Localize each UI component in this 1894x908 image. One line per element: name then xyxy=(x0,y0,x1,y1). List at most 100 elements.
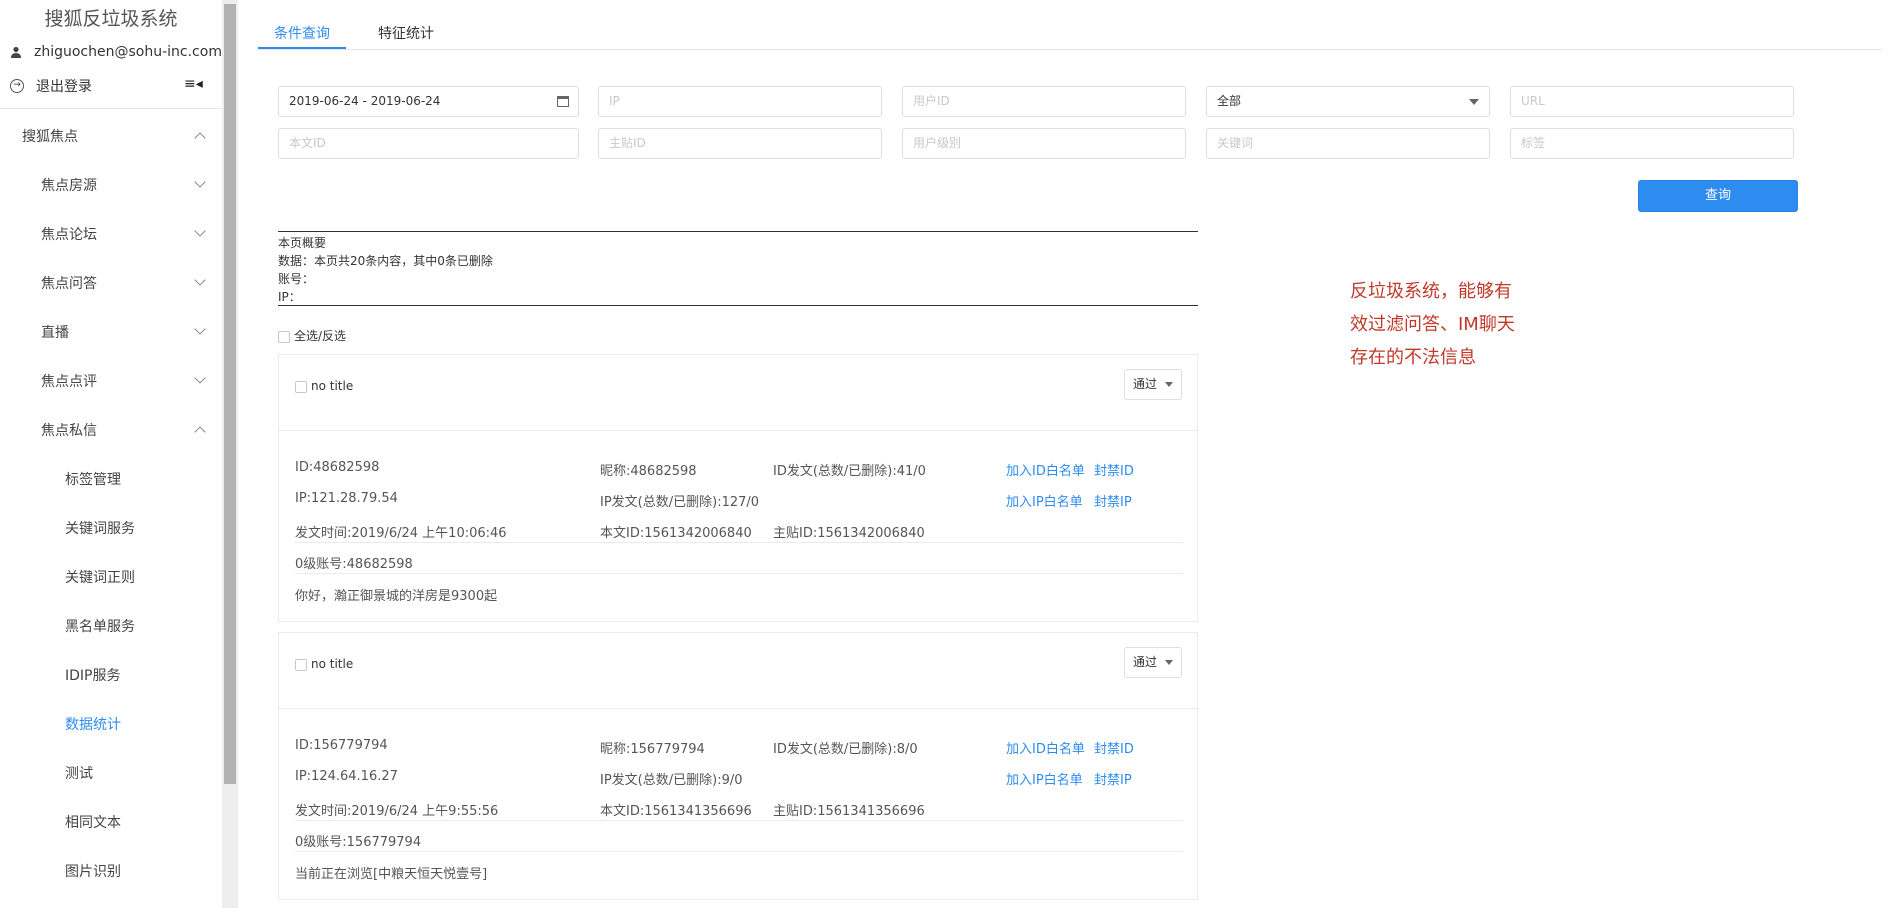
record-status-select[interactable]: 通过 xyxy=(1124,369,1182,400)
select-all-checkbox[interactable]: 全选/反选 xyxy=(278,327,346,344)
user-id-input[interactable]: 用户ID xyxy=(902,86,1186,117)
nav-group-listings[interactable]: 焦点房源 xyxy=(41,175,97,195)
tabs-divider xyxy=(258,49,1882,50)
status-filter-select[interactable]: 全部 xyxy=(1206,86,1490,117)
logout-label: 退出登录 xyxy=(36,79,92,95)
chevron-down-icon xyxy=(194,323,206,335)
sidebar-item-tag-management[interactable]: 标签管理 xyxy=(65,469,121,489)
date-range-picker[interactable]: 2019-06-24 - 2019-06-24 xyxy=(278,86,579,117)
sidebar-item-keyword-service[interactable]: 关键词服务 xyxy=(65,518,135,538)
add-ip-whitelist-link[interactable]: 加入IP白名单 xyxy=(1006,491,1083,510)
record-id-posts: ID发文(总数/已删除):8/0 xyxy=(773,742,918,757)
record-header: no title 通过 xyxy=(279,633,1197,709)
summary-data: 数据：本页共20条内容，其中0条已删除 xyxy=(278,254,493,268)
record-card: no title 通过 ID:156779794 昵称:156779794 ID… xyxy=(278,632,1198,900)
sidebar-item-data-stats[interactable]: 数据统计 xyxy=(65,714,121,734)
record-id: ID:48682598 xyxy=(295,460,380,475)
tab-feature-stats[interactable]: 特征统计 xyxy=(378,23,434,43)
caret-down-icon xyxy=(1469,99,1479,105)
sidebar-item-image-recognition[interactable]: 图片识别 xyxy=(65,861,121,881)
summary-divider-top xyxy=(278,231,1198,232)
chevron-down-icon xyxy=(194,225,206,237)
record-title: no title xyxy=(311,657,354,671)
record-content: 你好，瀚正御景城的洋房是9300起 xyxy=(295,589,498,604)
nav-group-qa[interactable]: 焦点问答 xyxy=(41,273,97,293)
logout-icon: → xyxy=(10,79,24,93)
row-divider xyxy=(295,573,1183,574)
text-id-input[interactable]: 本文ID xyxy=(278,128,579,159)
sidebar-scrollbar-thumb[interactable] xyxy=(224,4,236,784)
user-info: zhiguochen@sohu-inc.com xyxy=(10,44,222,60)
record-status-select[interactable]: 通过 xyxy=(1124,647,1182,678)
ip-input[interactable]: IP xyxy=(598,86,882,117)
record-title: no title xyxy=(311,379,354,393)
record-ip: IP:121.28.79.54 xyxy=(295,491,398,506)
record-main-post-id: 主贴ID:1561341356696 xyxy=(773,804,925,819)
add-ip-whitelist-link[interactable]: 加入IP白名单 xyxy=(1006,769,1083,788)
sidebar-divider xyxy=(0,108,222,109)
record-nickname: 昵称:48682598 xyxy=(600,464,697,479)
annotation-line: 效过滤问答、IM聊天 xyxy=(1350,314,1515,335)
record-main-post-id: 主贴ID:1561342006840 xyxy=(773,526,925,541)
nav-group-forum[interactable]: 焦点论坛 xyxy=(41,224,97,244)
record-text-id: 本文ID:1561342006840 xyxy=(600,526,752,541)
calendar-icon xyxy=(557,96,569,107)
tag-input[interactable]: 标签 xyxy=(1510,128,1794,159)
app-title: 搜狐反垃圾系统 xyxy=(44,8,178,30)
user-icon xyxy=(10,46,22,58)
keyword-input[interactable]: 关键词 xyxy=(1206,128,1490,159)
record-ip: IP:124.64.16.27 xyxy=(295,769,398,784)
chevron-up-icon xyxy=(194,426,206,438)
main-post-id-input[interactable]: 主贴ID xyxy=(598,128,882,159)
record-status-value: 通过 xyxy=(1133,377,1158,391)
sidebar-item-keyword-regex[interactable]: 关键词正则 xyxy=(65,567,135,587)
record-ip-posts: IP发文(总数/已删除):127/0 xyxy=(600,495,760,510)
caret-down-icon xyxy=(1165,382,1173,387)
sidebar: 搜狐反垃圾系统 zhiguochen@sohu-inc.com → 退出登录 ≡… xyxy=(0,0,222,908)
sidebar-item-test[interactable]: 测试 xyxy=(65,763,93,783)
tab-condition-query[interactable]: 条件查询 xyxy=(274,23,330,43)
record-select-checkbox[interactable]: no title xyxy=(295,379,353,393)
record-ip-posts: IP发文(总数/已删除):9/0 xyxy=(600,773,743,788)
record-header: no title 通过 xyxy=(279,355,1197,431)
nav-group-private-msg[interactable]: 焦点私信 xyxy=(41,420,97,440)
record-select-checkbox[interactable]: no title xyxy=(295,657,353,671)
chevron-down-icon xyxy=(194,274,206,286)
select-all-label: 全选/反选 xyxy=(294,329,347,343)
url-input[interactable]: URL xyxy=(1510,86,1794,117)
record-status-value: 通过 xyxy=(1133,655,1158,669)
record-account-level: 0级账号:156779794 xyxy=(295,835,422,850)
sidebar-item-idip[interactable]: IDIP服务 xyxy=(65,665,120,685)
query-button[interactable]: 查询 xyxy=(1638,180,1798,212)
record-text-id: 本文ID:1561341356696 xyxy=(600,804,752,819)
annotation-line: 存在的不法信息 xyxy=(1350,347,1476,368)
summary-heading: 本页概要 xyxy=(278,236,327,250)
nav-group-review[interactable]: 焦点点评 xyxy=(41,371,97,391)
date-range-value: 2019-06-24 - 2019-06-24 xyxy=(289,94,441,108)
logout-button[interactable]: → 退出登录 xyxy=(10,76,92,96)
chevron-down-icon xyxy=(194,372,206,384)
user-level-input[interactable]: 用户级别 xyxy=(902,128,1186,159)
annotation-note: 反垃圾系统，能够有 效过滤问答、IM聊天 存在的不法信息 xyxy=(1350,275,1550,374)
ban-ip-link[interactable]: 封禁IP xyxy=(1094,491,1132,510)
ban-ip-link[interactable]: 封禁IP xyxy=(1094,769,1132,788)
sidebar-item-blacklist[interactable]: 黑名单服务 xyxy=(65,616,135,636)
record-post-time: 发文时间:2019/6/24 上午9:55:56 xyxy=(295,804,499,819)
status-filter-value: 全部 xyxy=(1217,94,1242,108)
summary-divider-bottom xyxy=(278,305,1198,306)
summary-account: 账号： xyxy=(278,272,315,286)
sidebar-item-same-text[interactable]: 相同文本 xyxy=(65,812,121,832)
sidebar-toggle-icon[interactable]: ≡◂ xyxy=(184,76,203,92)
checkbox-icon xyxy=(295,380,307,393)
chevron-up-icon xyxy=(194,132,206,144)
checkbox-icon xyxy=(278,330,290,343)
add-id-whitelist-link[interactable]: 加入ID白名单 xyxy=(1006,460,1085,479)
row-divider xyxy=(295,851,1183,852)
ban-id-link[interactable]: 封禁ID xyxy=(1094,738,1134,757)
nav-group-sohu-focus[interactable]: 搜狐焦点 xyxy=(22,126,78,146)
ban-id-link[interactable]: 封禁ID xyxy=(1094,460,1134,479)
row-divider xyxy=(295,820,1183,821)
nav-group-live[interactable]: 直播 xyxy=(41,322,69,342)
add-id-whitelist-link[interactable]: 加入ID白名单 xyxy=(1006,738,1085,757)
checkbox-icon xyxy=(295,658,307,671)
